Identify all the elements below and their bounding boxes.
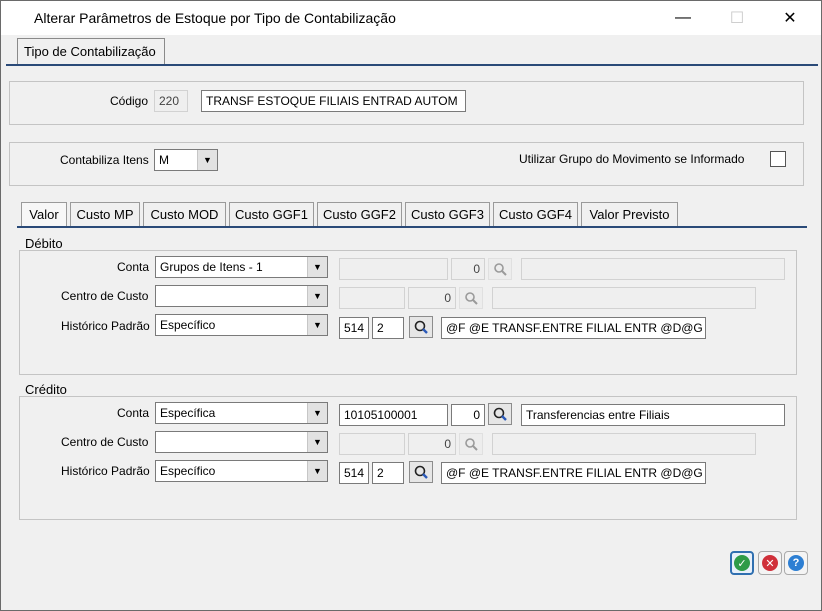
- credito-conta-search-button[interactable]: [488, 403, 512, 425]
- debito-cc-code[interactable]: [339, 287, 405, 309]
- tab-custo-ggf3[interactable]: Custo GGF3: [405, 202, 490, 227]
- credito-hist-desc[interactable]: @F @E TRANSF.ENTRE FILIAL ENTR @D@G: [441, 462, 706, 484]
- tabs-divider: [17, 226, 807, 228]
- utilizar-grupo-checkbox[interactable]: [770, 151, 786, 167]
- chevron-down-icon: ▼: [197, 150, 217, 170]
- close-button[interactable]: ✕: [767, 5, 813, 31]
- chevron-down-icon: ▼: [307, 461, 327, 481]
- debito-conta-label: Conta: [117, 260, 150, 274]
- debito-hist-label: Histórico Padrão: [61, 319, 150, 333]
- credito-cc-code[interactable]: [339, 433, 405, 455]
- credito-cc-desc[interactable]: [492, 433, 756, 455]
- debito-cc-select[interactable]: ▼: [155, 285, 328, 307]
- help-button[interactable]: ?: [784, 551, 808, 575]
- chevron-down-icon: ▼: [307, 432, 327, 452]
- tab-valor-previsto[interactable]: Valor Previsto: [581, 202, 678, 227]
- credito-cc-select[interactable]: ▼: [155, 431, 328, 453]
- tab-custo-ggf4[interactable]: Custo GGF4: [493, 202, 578, 227]
- search-icon: [493, 407, 507, 421]
- credito-hist-num[interactable]: 2: [372, 462, 404, 484]
- codigo-label: Código: [110, 94, 149, 108]
- tab-custo-mod[interactable]: Custo MOD: [143, 202, 226, 227]
- title-bar: Alterar Parâmetros de Estoque por Tipo d…: [1, 1, 821, 35]
- tab-custo-ggf1[interactable]: Custo GGF1: [229, 202, 314, 227]
- search-icon: [465, 292, 478, 305]
- credito-title: Crédito: [25, 382, 67, 397]
- credito-hist-code[interactable]: 514: [339, 462, 369, 484]
- debito-conta-code[interactable]: [339, 258, 448, 280]
- tab-custo-mp[interactable]: Custo MP: [70, 202, 140, 227]
- credito-conta-num[interactable]: 0: [451, 404, 485, 426]
- debito-hist-select[interactable]: Específico ▼: [155, 314, 328, 336]
- tab-valor[interactable]: Valor: [21, 202, 67, 227]
- maximize-button[interactable]: ☐: [714, 5, 760, 31]
- credito-hist-value: Específico: [160, 464, 216, 478]
- credito-conta-desc[interactable]: Transferencias entre Filiais: [521, 404, 785, 426]
- debito-title: Débito: [25, 236, 63, 251]
- cancel-icon: ✕: [762, 555, 778, 571]
- credito-hist-label: Histórico Padrão: [61, 464, 150, 478]
- debito-conta-search-button[interactable]: [488, 258, 512, 280]
- help-icon: ?: [788, 555, 804, 571]
- chevron-down-icon: ▼: [307, 257, 327, 277]
- contabiliza-label: Contabiliza Itens: [60, 153, 149, 167]
- chevron-down-icon: ▼: [307, 315, 327, 335]
- debito-hist-num[interactable]: 2: [372, 317, 404, 339]
- contabiliza-select[interactable]: M ▼: [154, 149, 218, 171]
- search-icon: [494, 263, 507, 276]
- check-icon: ✓: [734, 555, 750, 571]
- debito-conta-value: Grupos de Itens - 1: [160, 260, 263, 274]
- tab-divider: [6, 64, 818, 66]
- utilizar-grupo-label: Utilizar Grupo do Movimento se Informado: [519, 152, 745, 166]
- credito-conta-label: Conta: [117, 406, 150, 420]
- debito-cc-search-button[interactable]: [459, 287, 483, 309]
- credito-conta-select[interactable]: Específica ▼: [155, 402, 328, 424]
- tab-custo-ggf2[interactable]: Custo GGF2: [317, 202, 402, 227]
- tab-tipo-contabilizacao[interactable]: Tipo de Contabilização: [17, 38, 165, 64]
- window-title: Alterar Parâmetros de Estoque por Tipo d…: [34, 10, 396, 26]
- debito-conta-num[interactable]: 0: [451, 258, 485, 280]
- chevron-down-icon: ▼: [307, 403, 327, 423]
- debito-cc-label: Centro de Custo: [61, 289, 149, 303]
- codigo-field[interactable]: 220: [154, 90, 188, 112]
- credito-conta-code[interactable]: 10105100001: [339, 404, 448, 426]
- descricao-field[interactable]: TRANSF ESTOQUE FILIAIS ENTRAD AUTOM: [201, 90, 466, 112]
- minimize-button[interactable]: —: [660, 5, 706, 31]
- credito-hist-select[interactable]: Específico ▼: [155, 460, 328, 482]
- cancel-button[interactable]: ✕: [758, 551, 782, 575]
- contabiliza-value: M: [159, 153, 169, 167]
- debito-conta-desc[interactable]: [521, 258, 785, 280]
- debito-cc-desc[interactable]: [492, 287, 756, 309]
- credito-cc-num[interactable]: 0: [408, 433, 456, 455]
- search-icon: [414, 320, 428, 334]
- debito-hist-desc[interactable]: @F @E TRANSF.ENTRE FILIAL ENTR @D@G: [441, 317, 706, 339]
- debito-cc-num[interactable]: 0: [408, 287, 456, 309]
- ok-button[interactable]: ✓: [730, 551, 754, 575]
- debito-hist-code[interactable]: 514: [339, 317, 369, 339]
- debito-conta-select[interactable]: Grupos de Itens - 1 ▼: [155, 256, 328, 278]
- credito-cc-search-button[interactable]: [459, 433, 483, 455]
- chevron-down-icon: ▼: [307, 286, 327, 306]
- debito-hist-value: Específico: [160, 318, 216, 332]
- credito-hist-search-button[interactable]: [409, 461, 433, 483]
- dialog-window: Alterar Parâmetros de Estoque por Tipo d…: [0, 0, 822, 611]
- credito-conta-value: Específica: [160, 406, 216, 420]
- search-icon: [414, 465, 428, 479]
- credito-cc-label: Centro de Custo: [61, 435, 149, 449]
- debito-hist-search-button[interactable]: [409, 316, 433, 338]
- search-icon: [465, 438, 478, 451]
